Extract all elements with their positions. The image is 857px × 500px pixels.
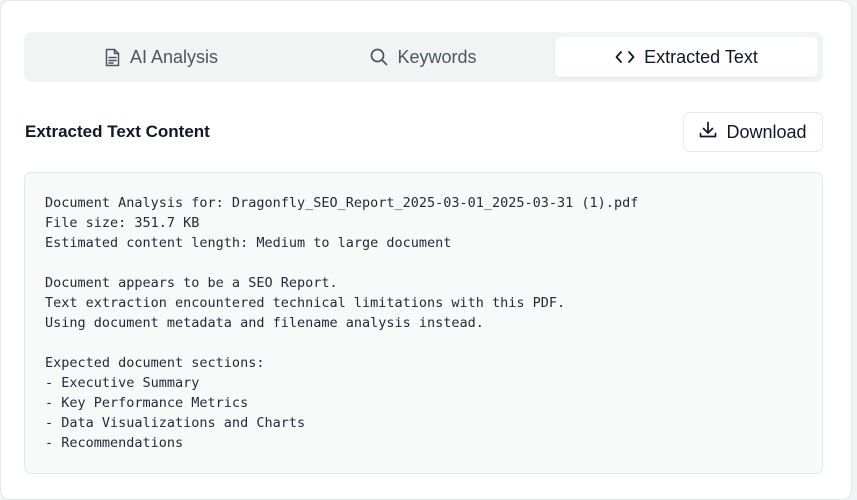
download-icon [699, 121, 717, 144]
search-icon [370, 48, 388, 66]
section-title: Extracted Text Content [25, 122, 210, 141]
extracted-text-content: Document Analysis for: Dragonfly_SEO_Rep… [45, 195, 639, 451]
download-label: Download [726, 121, 807, 142]
tab-label: AI Analysis [129, 46, 219, 67]
tab-keywords[interactable]: Keywords [292, 37, 555, 77]
tab-ai-analysis[interactable]: AI Analysis [30, 37, 292, 77]
extracted-text-card: AI Analysis Keywords Extracted Text Extr… [0, 0, 852, 500]
code-icon [615, 50, 635, 64]
document-icon [104, 48, 121, 67]
tab-label: Keywords [397, 46, 477, 67]
tab-extracted-text[interactable]: Extracted Text [555, 37, 818, 77]
tab-label: Extracted Text [644, 46, 758, 67]
tab-bar: AI Analysis Keywords Extracted Text [24, 32, 823, 82]
download-button[interactable]: Download [683, 112, 823, 152]
extracted-text-box[interactable]: Document Analysis for: Dragonfly_SEO_Rep… [24, 172, 823, 474]
